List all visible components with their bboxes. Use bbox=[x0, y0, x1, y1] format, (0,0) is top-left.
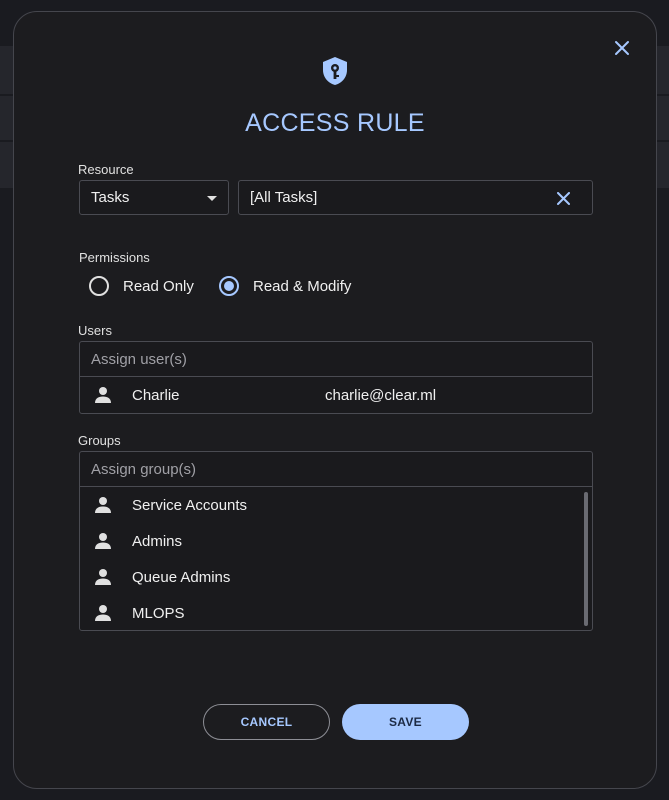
close-icon bbox=[615, 41, 629, 55]
access-rule-dialog: ACCESS RULE Resource Tasks [All Tasks] P… bbox=[13, 11, 657, 789]
radio-read-only[interactable]: Read Only bbox=[89, 276, 194, 296]
user-email: charlie@clear.ml bbox=[325, 386, 437, 404]
list-item: MLOPS bbox=[80, 595, 592, 631]
user-name: Charlie bbox=[132, 386, 180, 404]
clear-icon[interactable] bbox=[557, 192, 570, 205]
radio-label: Read & Modify bbox=[253, 277, 352, 295]
cancel-button[interactable]: CANCEL bbox=[203, 704, 330, 740]
resource-value: [All Tasks] bbox=[250, 189, 318, 206]
close-button[interactable] bbox=[614, 40, 630, 56]
users-box: Charlie charlie@clear.ml bbox=[79, 341, 593, 414]
groups-label: Groups bbox=[78, 433, 121, 448]
list-item: Charlie charlie@clear.ml bbox=[80, 377, 592, 413]
resource-label: Resource bbox=[78, 162, 134, 177]
person-icon bbox=[95, 497, 111, 513]
group-name: Admins bbox=[132, 532, 183, 550]
person-icon bbox=[95, 605, 111, 621]
resource-type-select[interactable]: Tasks bbox=[79, 180, 229, 215]
radio-read-modify[interactable]: Read & Modify bbox=[219, 276, 351, 296]
person-icon bbox=[95, 387, 111, 403]
save-button[interactable]: SAVE bbox=[342, 704, 469, 740]
radio-button[interactable] bbox=[219, 276, 239, 296]
radio-label: Read Only bbox=[123, 277, 194, 295]
list-item: Service Accounts bbox=[80, 487, 592, 523]
shield-key-icon bbox=[323, 57, 347, 85]
assign-users-input[interactable] bbox=[80, 342, 592, 377]
users-label: Users bbox=[78, 323, 112, 338]
list-item: Admins bbox=[80, 523, 592, 559]
person-icon bbox=[95, 533, 111, 549]
radio-button[interactable] bbox=[89, 276, 109, 296]
assign-groups-input[interactable] bbox=[80, 452, 592, 487]
resource-type-value: Tasks bbox=[91, 189, 130, 206]
groups-scrollbar[interactable] bbox=[584, 492, 588, 626]
resource-value-field[interactable]: [All Tasks] bbox=[238, 180, 593, 215]
dialog-title: ACCESS RULE bbox=[245, 109, 425, 137]
groups-box: Service Accounts Admins Queue Admins MLO… bbox=[79, 451, 593, 631]
group-name: MLOPS bbox=[132, 604, 185, 622]
group-name: Service Accounts bbox=[132, 496, 248, 514]
group-name: Queue Admins bbox=[132, 568, 231, 586]
list-item: Queue Admins bbox=[80, 559, 592, 595]
permissions-label: Permissions bbox=[79, 250, 150, 265]
caret-down-icon bbox=[207, 196, 217, 201]
person-icon bbox=[95, 569, 111, 585]
